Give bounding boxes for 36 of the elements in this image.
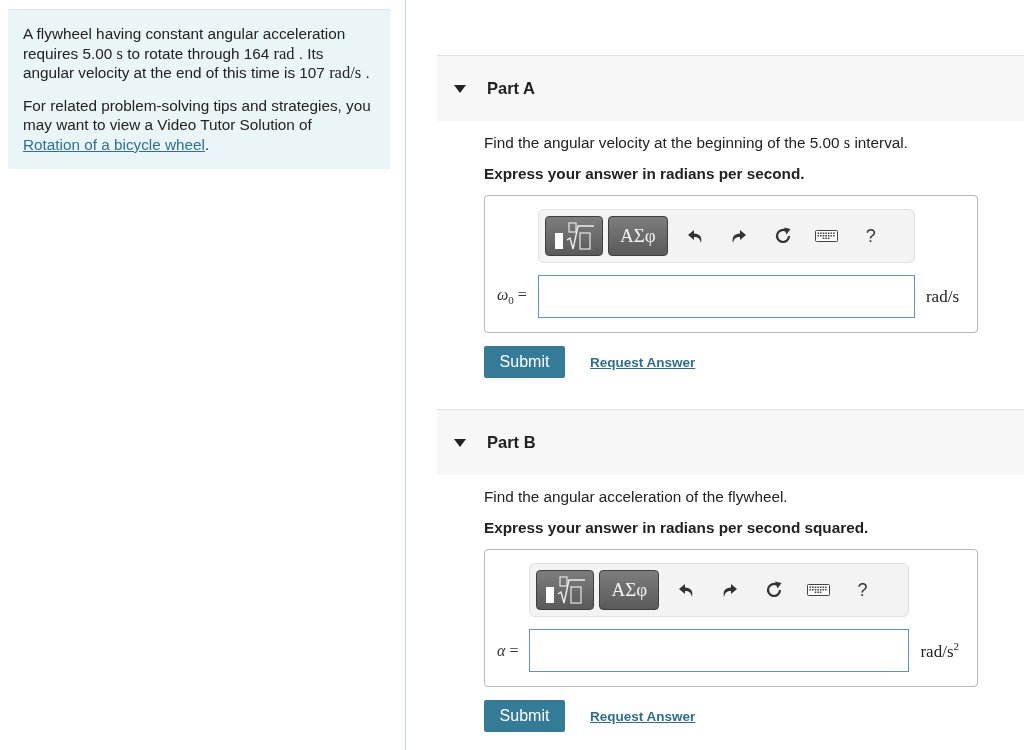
caret-icon[interactable] bbox=[454, 84, 466, 93]
answer-input[interactable] bbox=[529, 629, 910, 672]
redo-icon[interactable] bbox=[722, 582, 739, 598]
help-button[interactable]: ? bbox=[848, 216, 893, 256]
help-button[interactable]: ? bbox=[840, 570, 885, 610]
part-header[interactable]: Part B bbox=[437, 409, 1024, 475]
question-text: Find the angular velocity at the beginning of the 5.00 s interval. bbox=[484, 134, 909, 152]
redo-icon[interactable] bbox=[730, 228, 747, 244]
part-title: Part A bbox=[487, 79, 535, 98]
keyboard-icon[interactable] bbox=[806, 584, 830, 596]
symbols-button[interactable]: ΑΣφ bbox=[599, 570, 660, 610]
keyboard-icon[interactable] bbox=[815, 230, 839, 242]
symbols-button[interactable]: ΑΣφ bbox=[607, 216, 668, 256]
variable-label: α = bbox=[497, 641, 519, 660]
tips-text: For related problem-solving tips and strategies, you may want to view a Video Tutor Solution of Rotation of a bicycle wheel. bbox=[23, 95, 372, 154]
submit-button[interactable]: Submit bbox=[484, 346, 565, 378]
answer-input[interactable] bbox=[537, 275, 915, 318]
unit-label: rad/s$^{2}$ bbox=[920, 639, 959, 662]
variable-label: ω$_{0}$ = bbox=[497, 286, 527, 307]
instruction-text: Express your answer in radians per second squared. bbox=[484, 519, 870, 537]
caret-icon[interactable] bbox=[454, 438, 466, 447]
part-header[interactable]: Part A bbox=[437, 55, 1024, 121]
request-answer-link[interactable]: Request Answer bbox=[590, 354, 696, 370]
undo-icon[interactable] bbox=[686, 228, 703, 244]
request-answer-link[interactable]: Request Answer bbox=[590, 708, 696, 724]
undo-icon[interactable] bbox=[678, 582, 695, 598]
video-tutor-link[interactable]: Rotation of a bicycle wheel bbox=[23, 135, 205, 153]
submit-button[interactable]: Submit bbox=[484, 700, 565, 732]
templates-button[interactable] bbox=[536, 570, 595, 610]
unit-label: rad/s bbox=[925, 286, 959, 307]
question-text: Find the angular acceleration of the flywheel. bbox=[484, 488, 789, 506]
part-title: Part B bbox=[487, 433, 536, 452]
templates-button[interactable] bbox=[544, 216, 603, 256]
problem-statement: A flywheel having constant angular acceleration requires 5.00 s to rotate through 164 rad . Its angular velocity at the end of this time is 107 rad/s . bbox=[23, 24, 371, 83]
radical-template-icon bbox=[543, 575, 588, 605]
instruction-text: Express your answer in radians per second. bbox=[484, 165, 806, 183]
